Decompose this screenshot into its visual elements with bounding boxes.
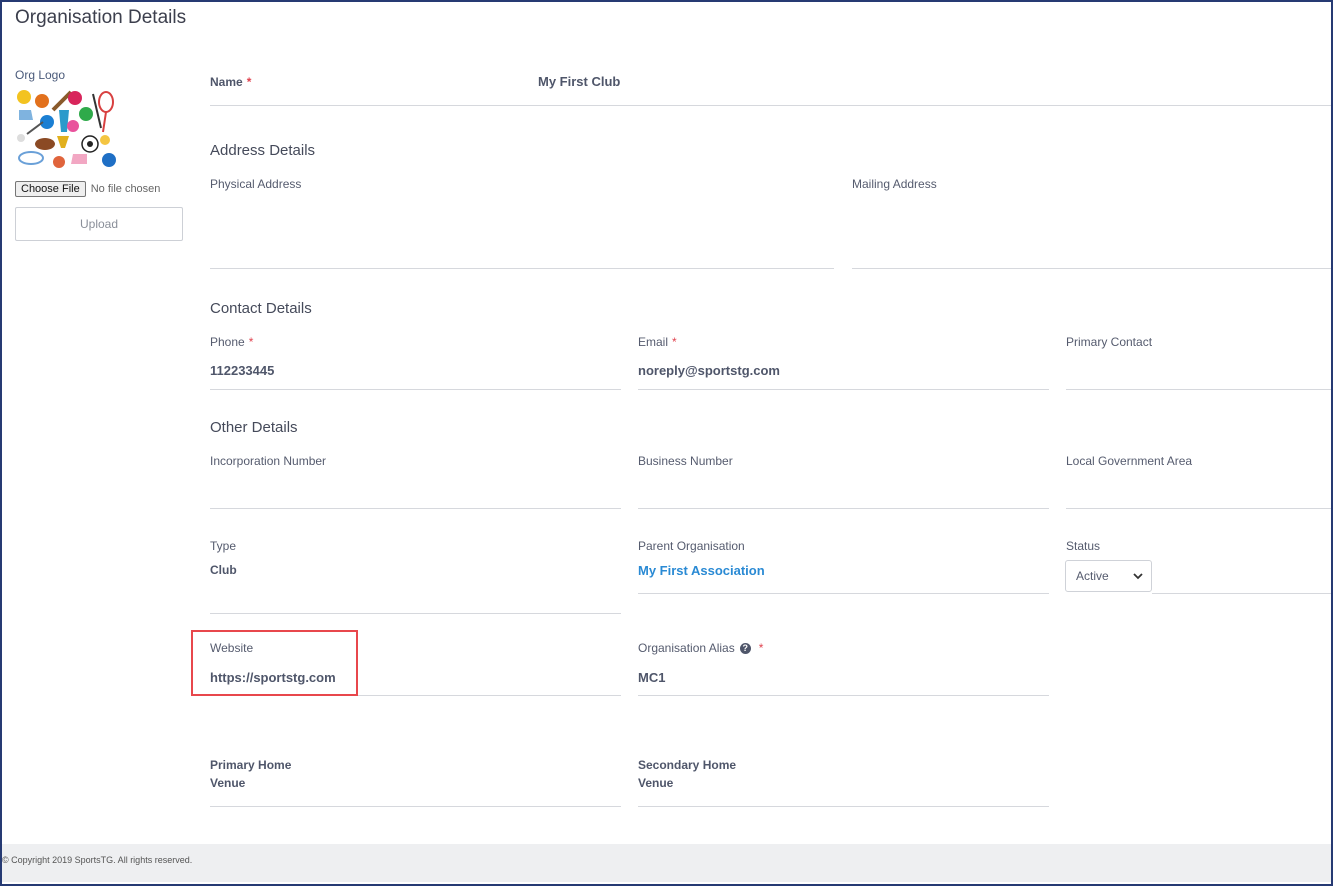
required-mark: * xyxy=(246,75,252,89)
primary-home-venue-field[interactable] xyxy=(210,806,621,807)
logo-panel: Org Logo Choose File No file chosen Uplo… xyxy=(15,68,183,241)
physical-address-label: Physical Address xyxy=(210,177,302,191)
primary-contact-label: Primary Contact xyxy=(1066,335,1153,349)
chevron-down-icon xyxy=(1133,572,1143,579)
org-logo-image xyxy=(17,90,116,168)
parent-organisation-underline xyxy=(638,593,1049,594)
required-mark: * xyxy=(248,335,254,349)
mailing-address-field[interactable] xyxy=(852,268,1331,269)
local-government-area-label: Local Government Area xyxy=(1066,454,1193,468)
type-value: Club xyxy=(210,563,237,577)
address-details-heading: Address Details xyxy=(210,142,316,159)
physical-address-field[interactable] xyxy=(210,268,834,269)
parent-organisation-label: Parent Organisation xyxy=(638,539,745,553)
page-title: Organisation Details xyxy=(15,7,187,28)
local-government-area-field[interactable] xyxy=(1066,508,1331,509)
email-underline xyxy=(638,389,1049,390)
phone-label: Phone * xyxy=(210,335,254,349)
status-label: Status xyxy=(1066,539,1101,553)
org-logo-label: Org Logo xyxy=(15,68,66,82)
type-label: Type xyxy=(210,539,237,553)
organisation-alias-input[interactable]: MC1 xyxy=(638,670,665,685)
no-file-text: No file chosen xyxy=(90,183,161,195)
incorporation-number-label: Incorporation Number xyxy=(210,454,327,468)
email-label: Email * xyxy=(638,335,677,349)
organisation-alias-label: Organisation Alias? * xyxy=(638,641,764,655)
incorporation-number-field[interactable] xyxy=(210,508,621,509)
type-underline xyxy=(210,613,621,614)
primary-contact-field[interactable] xyxy=(1066,389,1331,390)
other-details-heading: Other Details xyxy=(210,419,298,436)
phone-underline xyxy=(210,389,621,390)
email-input[interactable]: noreply@sportstg.com xyxy=(638,363,780,378)
secondary-home-venue-field[interactable] xyxy=(638,806,1049,807)
name-label: Name * xyxy=(210,75,252,89)
business-number-label: Business Number xyxy=(638,454,733,468)
status-selected-value: Active xyxy=(1076,569,1109,583)
copyright-text: © Copyright 2019 SportsTG. All rights re… xyxy=(2,855,193,865)
help-icon[interactable]: ? xyxy=(739,643,751,655)
website-highlight-box xyxy=(191,630,358,696)
business-number-field[interactable] xyxy=(638,508,1049,509)
upload-button[interactable]: Upload xyxy=(15,207,183,241)
mailing-address-label: Mailing Address xyxy=(852,177,937,191)
required-mark: * xyxy=(758,641,764,655)
window-frame xyxy=(0,0,1333,886)
footer: © Copyright 2019 SportsTG. All rights re… xyxy=(2,844,1331,882)
organisation-alias-underline xyxy=(638,695,1049,696)
choose-file-button[interactable]: Choose File xyxy=(15,181,86,197)
secondary-home-venue-label: Secondary Home Venue xyxy=(638,758,737,790)
status-underline xyxy=(1152,593,1331,594)
name-underline xyxy=(210,105,1331,106)
contact-details-heading: Contact Details xyxy=(210,300,312,317)
phone-input[interactable]: 112233445 xyxy=(210,363,274,378)
status-select[interactable]: Active xyxy=(1065,560,1152,592)
name-value[interactable]: My First Club xyxy=(538,74,620,89)
primary-home-venue-label: Primary Home Venue xyxy=(210,758,292,790)
parent-organisation-link[interactable]: My First Association xyxy=(638,563,765,578)
required-mark: * xyxy=(672,335,677,349)
